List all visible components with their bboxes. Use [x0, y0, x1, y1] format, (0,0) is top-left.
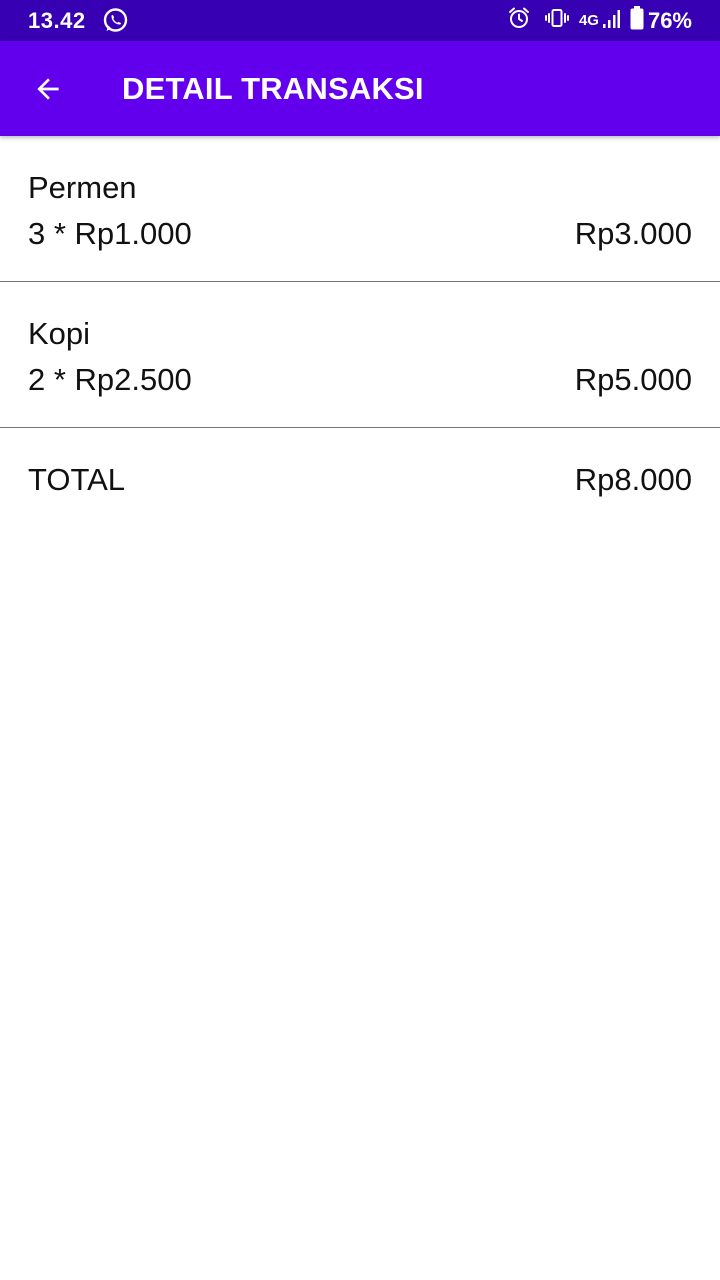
alarm-icon: [507, 6, 531, 35]
total-label: TOTAL: [28, 462, 126, 497]
total-value: Rp8.000: [574, 462, 692, 497]
vibrate-icon: [544, 6, 569, 35]
list-item: Permen 3 * Rp1.000 Rp3.000: [0, 136, 720, 282]
whatsapp-icon: [102, 7, 129, 34]
battery-percentage: 76%: [647, 7, 692, 33]
item-quantity-price: 2 * Rp2.500: [28, 362, 192, 397]
item-name: Kopi: [28, 316, 91, 351]
transaction-detail-list: Permen 3 * Rp1.000 Rp3.000 Kopi 2 * Rp2.…: [0, 136, 720, 528]
list-item: Kopi 2 * Rp2.500 Rp5.000: [0, 282, 720, 428]
network-label: 4G: [578, 12, 599, 29]
status-time: 13.42: [28, 8, 86, 33]
status-icons: 4G 76%: [507, 6, 692, 35]
app-bar: DETAIL TRANSAKSI: [0, 41, 720, 136]
item-name: Permen: [28, 170, 137, 205]
signal-icon: [602, 7, 620, 34]
arrow-back-icon: [37, 78, 59, 100]
battery-icon: [630, 6, 644, 35]
item-quantity-price: 3 * Rp1.000: [28, 216, 192, 251]
total-row: TOTAL Rp8.000: [0, 428, 720, 528]
item-subtotal: Rp5.000: [574, 362, 692, 397]
back-button[interactable]: [20, 61, 76, 117]
item-subtotal: Rp3.000: [574, 216, 692, 251]
status-bar: 13.42 4G 76%: [0, 0, 720, 41]
page-title: DETAIL TRANSAKSI: [122, 71, 424, 106]
